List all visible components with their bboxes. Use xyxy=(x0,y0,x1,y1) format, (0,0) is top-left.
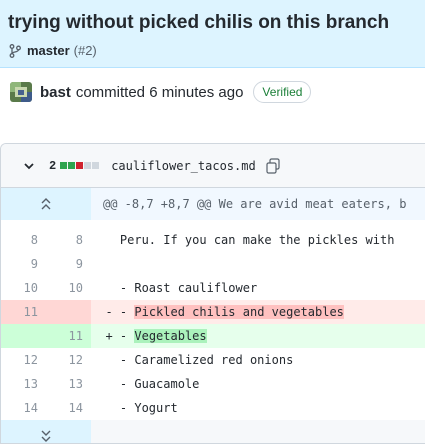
line-prefix xyxy=(91,233,113,247)
line-code: - Roast cauliflower xyxy=(91,276,425,300)
commit-title: trying without picked chilis on this bra… xyxy=(8,12,390,33)
commit-time: committed 6 minutes ago xyxy=(75,83,244,101)
file-diff: 2 cauliflower_tacos.md @@ -8,7 +8,7 @@ W… xyxy=(0,143,425,444)
new-line-number[interactable]: 8 xyxy=(46,228,91,252)
line-prefix xyxy=(91,401,113,415)
line-prefix: - xyxy=(91,305,113,319)
line-text: - Caramelized red onions xyxy=(112,353,294,367)
diff-lines: 88 Peru. If you can make the pickles wit… xyxy=(1,220,425,420)
line-code: - - Pickled chilis and vegetables xyxy=(91,300,425,324)
diffstat-square xyxy=(76,162,84,169)
line-prefix xyxy=(91,281,113,295)
commit-header: trying without picked chilis on this bra… xyxy=(0,0,425,68)
line-text: - xyxy=(112,305,135,319)
context-line: 10 10 - Roast cauliflower xyxy=(1,276,425,300)
new-line-number[interactable]: 12 xyxy=(46,348,91,372)
new-line-number[interactable]: 13 xyxy=(46,372,91,396)
line-text: - Roast cauliflower xyxy=(112,281,258,295)
line-prefix xyxy=(91,353,113,367)
line-text: - xyxy=(112,329,135,343)
hunk-header: @@ -8,7 +8,7 @@ We are avid meat eaters,… xyxy=(91,188,425,220)
line-code: - Caramelized red onions xyxy=(91,348,425,372)
old-line-number[interactable]: 11 xyxy=(1,300,46,324)
diffstat-square xyxy=(92,162,100,169)
line-prefix xyxy=(91,257,113,271)
committer-row: bast committed 6 minutes ago Verified xyxy=(0,68,425,116)
line-code: - Guacamole xyxy=(91,372,425,396)
changed-text-highlight: Vegetables xyxy=(134,329,207,343)
context-line: 99 xyxy=(1,252,425,276)
new-line-number[interactable] xyxy=(46,300,91,324)
old-line-number[interactable]: 10 xyxy=(1,276,46,300)
diff-count: 2 xyxy=(49,158,57,173)
branch-info: master (#2) xyxy=(9,43,97,58)
commit-author-link[interactable]: bast xyxy=(40,84,71,101)
verified-badge[interactable]: Verified xyxy=(253,81,312,103)
context-line: 13 13 - Guacamole xyxy=(1,372,425,396)
file-name[interactable]: cauliflower_tacos.md xyxy=(111,159,256,173)
context-line: 12 12 - Caramelized red onions xyxy=(1,348,425,372)
diffstat-square xyxy=(68,162,76,169)
expand-down-icon[interactable] xyxy=(1,420,91,443)
avatar[interactable] xyxy=(10,82,32,102)
line-text: Peru. If you can make the pickles with xyxy=(112,233,395,247)
changed-text-highlight: Pickled chilis and vegetables xyxy=(134,305,344,319)
added-line: 11 + - Vegetables xyxy=(1,324,425,348)
old-line-number[interactable] xyxy=(1,324,46,348)
old-line-number[interactable]: 12 xyxy=(1,348,46,372)
context-line: 88 Peru. If you can make the pickles wit… xyxy=(1,228,425,252)
new-line-number[interactable]: 14 xyxy=(46,396,91,420)
hunk-header-row: @@ -8,7 +8,7 @@ We are avid meat eaters,… xyxy=(1,188,425,220)
line-code: + - Vegetables xyxy=(91,324,425,348)
line-text: - Guacamole xyxy=(112,377,200,391)
expand-row-filler xyxy=(91,420,425,443)
line-prefix xyxy=(91,377,113,391)
diffstat-square xyxy=(84,162,92,169)
copy-icon[interactable] xyxy=(266,157,280,174)
line-code: - Yogurt xyxy=(91,396,425,420)
new-line-number[interactable]: 9 xyxy=(46,252,91,276)
line-code xyxy=(91,252,425,276)
expand-up-icon[interactable] xyxy=(1,188,91,220)
file-header: 2 cauliflower_tacos.md xyxy=(1,144,425,188)
new-line-number[interactable]: 11 xyxy=(46,324,91,348)
deleted-line: 11 - - Pickled chilis and vegetables xyxy=(1,300,425,324)
branch-name[interactable]: master xyxy=(27,43,70,58)
context-line: 14 14 - Yogurt xyxy=(1,396,425,420)
chevron-down-icon[interactable] xyxy=(23,160,35,172)
old-line-number[interactable]: 13 xyxy=(1,372,46,396)
pull-request-link[interactable]: (#2) xyxy=(74,43,97,58)
old-line-number[interactable]: 9 xyxy=(1,252,46,276)
new-line-number[interactable]: 10 xyxy=(46,276,91,300)
line-text: - Yogurt xyxy=(112,401,178,415)
line-code: Peru. If you can make the pickles with xyxy=(91,228,425,252)
diffstat-bar xyxy=(60,162,100,169)
expand-row xyxy=(1,420,425,443)
diffstat-square xyxy=(60,162,68,169)
old-line-number[interactable]: 8 xyxy=(1,228,46,252)
old-line-number[interactable]: 14 xyxy=(1,396,46,420)
git-branch-icon xyxy=(9,43,21,58)
line-prefix: + xyxy=(91,329,113,343)
